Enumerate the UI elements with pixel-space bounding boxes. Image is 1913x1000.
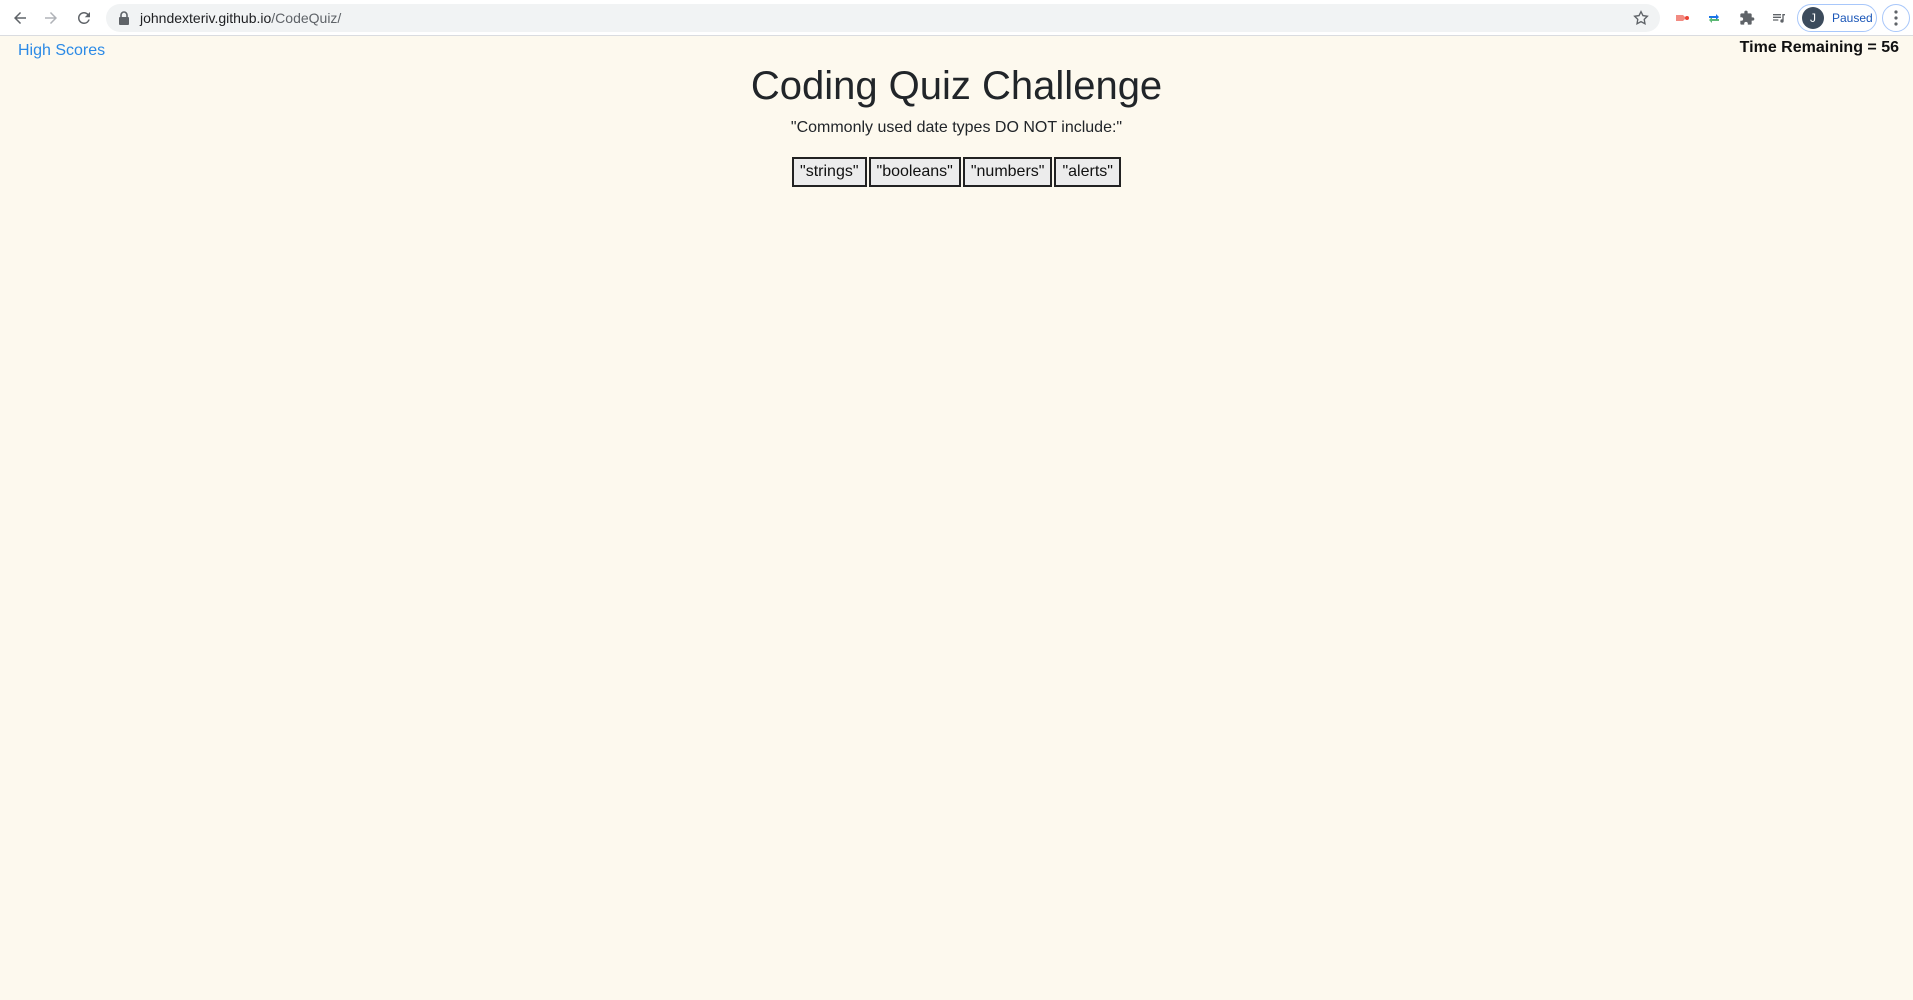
answer-choices: "strings" "booleans" "numbers" "alerts" (0, 157, 1913, 187)
url-text: johndexteriv.github.io/CodeQuiz/ (140, 10, 341, 26)
reload-icon (78, 11, 90, 24)
high-scores-link[interactable]: High Scores (18, 39, 105, 63)
forward-button[interactable] (35, 2, 67, 34)
page-title: Coding Quiz Challenge (750, 64, 1163, 108)
browser-menu-button[interactable] (1882, 4, 1910, 32)
address-bar[interactable]: johndexteriv.github.io/CodeQuiz/ (106, 4, 1660, 32)
extension-red-icon[interactable] (1670, 6, 1694, 30)
url-path: /CodeQuiz/ (271, 10, 342, 26)
profile-status: Paused (1832, 11, 1873, 25)
answer-button[interactable]: "numbers" (962, 157, 1053, 187)
lock-icon (118, 11, 130, 25)
extension-arrows-icon[interactable] (1702, 6, 1726, 30)
extensions-puzzle-icon[interactable] (1735, 6, 1759, 30)
browser-toolbar: johndexteriv.github.io/CodeQuiz/ J Pause… (0, 0, 1913, 36)
more-vert-icon (1894, 10, 1898, 26)
answer-button[interactable]: "strings" (792, 157, 867, 187)
avatar: J (1802, 7, 1824, 29)
reading-list-icon[interactable] (1767, 6, 1791, 30)
answer-button[interactable]: "alerts" (1054, 157, 1121, 187)
reload-button[interactable] (68, 2, 100, 34)
answer-button[interactable]: "booleans" (868, 157, 961, 187)
page-content: High Scores Time Remaining = 56 Coding Q… (0, 37, 1913, 1000)
back-button[interactable] (4, 2, 36, 34)
url-domain: johndexteriv.github.io (140, 10, 272, 26)
bookmark-star-icon[interactable] (1632, 9, 1650, 27)
question-text: "Commonly used date types DO NOT include… (790, 119, 1123, 136)
profile-button[interactable]: J Paused (1797, 4, 1877, 32)
arrow-left-icon (14, 12, 26, 24)
time-remaining: Time Remaining = 56 (1739, 39, 1899, 56)
arrow-right-icon (45, 12, 57, 24)
